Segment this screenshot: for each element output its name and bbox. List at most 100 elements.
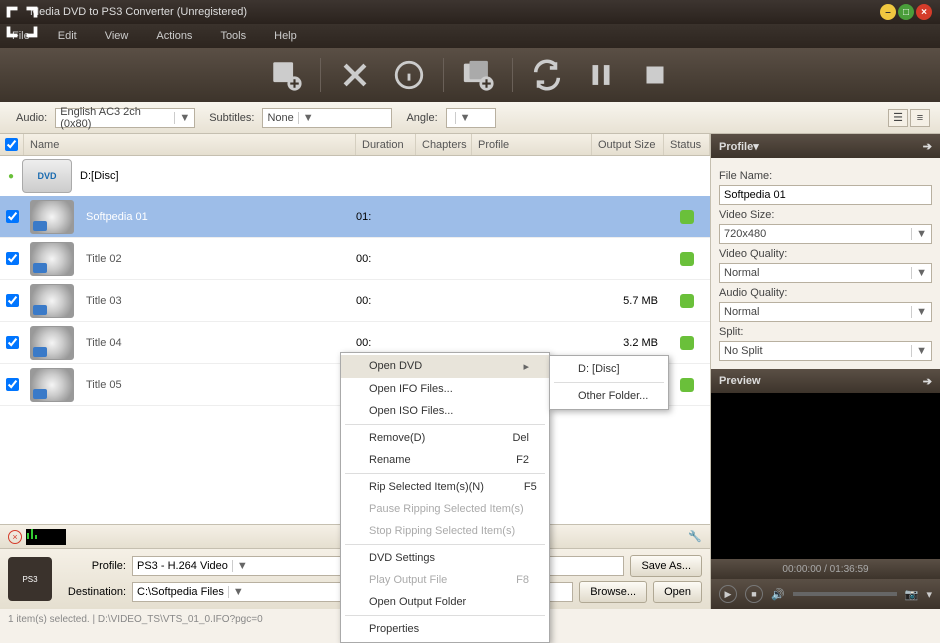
menu-help[interactable]: Help [274,30,297,42]
add-files-button[interactable] [266,55,306,95]
table-header: Name Duration Chapters Profile Output Si… [0,134,710,156]
window-title: Media DVD to PS3 Converter (Unregistered… [30,6,880,18]
remove-button[interactable] [335,55,375,95]
row-duration: 00: [356,337,416,349]
arrow-icon[interactable]: ▾ [926,588,932,601]
disc-row[interactable]: ● DVD D:[Disc] [0,156,710,196]
view-detail-icon[interactable]: ≡ [910,109,930,127]
audio-select[interactable]: English AC3 2ch (0x80)▼ [55,108,195,128]
menu-rip[interactable]: Rip Selected Item(s)(N)F5 [341,476,549,498]
row-size: 5.7 MB [592,295,664,307]
menubar: File Edit View Actions Tools Help [0,24,940,48]
preview-area [711,393,940,559]
stop-icon[interactable]: ■ [745,585,763,603]
cpu-close-icon[interactable]: × [8,530,22,544]
table-row[interactable]: Title 02 00: [0,238,710,280]
volume-icon[interactable]: 🔊 [771,588,785,601]
view-list-icon[interactable]: ☰ [888,109,908,127]
col-output-size[interactable]: Output Size [592,134,664,155]
video-size-label: Video Size: [719,209,932,221]
menu-actions[interactable]: Actions [156,30,192,42]
row-checkbox[interactable] [6,294,19,307]
table-row[interactable]: Softpedia 01 01: [0,196,710,238]
menu-edit[interactable]: Edit [58,30,77,42]
sidebar: Profile▾ ➔ File Name: Video Size: 720x48… [710,134,940,609]
stop-button[interactable] [635,55,675,95]
select-all-checkbox[interactable] [5,138,18,151]
menu-dvd-settings[interactable]: DVD Settings [341,547,549,569]
row-checkbox[interactable] [6,252,19,265]
row-name: Title 04 [80,337,356,349]
status-icon [680,336,694,350]
convert-button[interactable] [527,55,567,95]
preview-timeline[interactable]: 00:00:00 / 01:36:59 [711,559,940,579]
submenu-disc[interactable]: D: [Disc] [550,358,668,380]
col-name[interactable]: Name [24,134,356,155]
video-quality-label: Video Quality: [719,248,932,260]
preview-panel-header[interactable]: Preview ➔ [711,369,940,393]
row-name: Title 05 [80,379,356,391]
cpu-graph [26,529,66,545]
col-chapters[interactable]: Chapters [416,134,472,155]
snapshot-icon[interactable]: 📷 [905,588,919,601]
table-row[interactable]: Title 03 00: 5.7 MB [0,280,710,322]
video-size-select[interactable]: 720x480▼ [719,224,932,244]
menu-open-dvd[interactable]: Open DVD▸ D: [Disc] Other Folder... [341,355,549,378]
menu-view[interactable]: View [105,30,129,42]
audio-label: Audio: [16,112,47,124]
titlebar: Media DVD to PS3 Converter (Unregistered… [0,0,940,24]
disc-indicator-icon: ● [8,171,14,182]
volume-slider[interactable] [793,592,897,596]
row-duration: 00: [356,253,416,265]
audio-quality-select[interactable]: Normal▼ [719,302,932,322]
menu-open-output[interactable]: Open Output Folder [341,591,549,613]
menu-open-iso[interactable]: Open ISO Files... [341,400,549,422]
submenu-other-folder[interactable]: Other Folder... [550,385,668,407]
row-duration: 00: [356,295,416,307]
thumbnail-icon [30,368,74,402]
menu-rename[interactable]: RenameF2 [341,449,549,471]
browse-button[interactable]: Browse... [579,581,647,603]
row-checkbox[interactable] [6,336,19,349]
menu-tools[interactable]: Tools [220,30,246,42]
status-icon [680,210,694,224]
col-profile[interactable]: Profile [472,134,592,155]
disc-label: D:[Disc] [80,170,119,182]
angle-select[interactable]: ▼ [446,108,496,128]
ps3-icon: PS3 [8,557,52,601]
pause-button[interactable] [581,55,621,95]
open-button[interactable]: Open [653,581,702,603]
row-name: Title 02 [80,253,356,265]
profile-panel: File Name: Video Size: 720x480▼ Video Qu… [711,158,940,369]
add-profile-button[interactable] [458,55,498,95]
wrench-icon[interactable]: 🔧 [688,530,702,543]
row-size: 3.2 MB [592,337,664,349]
video-quality-select[interactable]: Normal▼ [719,263,932,283]
col-duration[interactable]: Duration [356,134,416,155]
menu-remove[interactable]: Remove(D)Del [341,427,549,449]
menu-open-ifo[interactable]: Open IFO Files... [341,378,549,400]
info-button[interactable] [389,55,429,95]
status-icon [680,252,694,266]
close-button[interactable]: × [916,4,932,20]
play-icon[interactable]: ▶ [719,585,737,603]
split-label: Split: [719,326,932,338]
profile-panel-header[interactable]: Profile▾ ➔ [711,134,940,158]
minimize-button[interactable]: – [880,4,896,20]
row-checkbox[interactable] [6,378,19,391]
thumbnail-icon [30,326,74,360]
file-name-input[interactable] [719,185,932,205]
row-name: Title 03 [80,295,356,307]
save-as-button[interactable]: Save As... [630,555,702,577]
row-name: Softpedia 01 [80,211,356,223]
maximize-button[interactable]: □ [898,4,914,20]
subtitles-select[interactable]: None▼ [262,108,392,128]
main-panel: Name Duration Chapters Profile Output Si… [0,134,710,609]
arrow-right-icon[interactable]: ➔ [923,375,932,388]
row-checkbox[interactable] [6,210,19,223]
split-select[interactable]: No Split▼ [719,341,932,361]
col-status[interactable]: Status [664,134,710,155]
arrow-right-icon[interactable]: ➔ [923,140,932,153]
thumbnail-icon [30,200,74,234]
menu-properties[interactable]: Properties [341,618,549,640]
